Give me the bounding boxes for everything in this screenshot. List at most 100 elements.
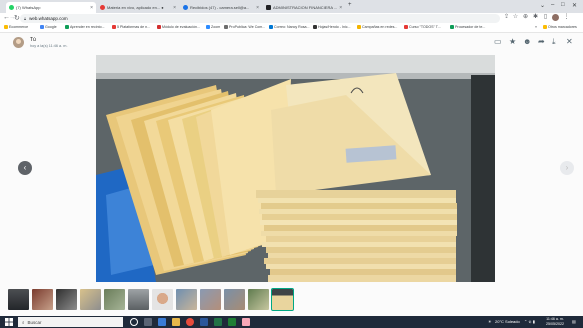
bookmark-icon: [313, 25, 317, 29]
thumbnail[interactable]: [104, 289, 125, 310]
thumbnail[interactable]: [200, 289, 221, 310]
forward-icon[interactable]: ➦: [538, 38, 545, 46]
bookmark-icon: [357, 25, 361, 29]
sender-name: Tú: [30, 37, 36, 43]
download-icon[interactable]: ⤓: [552, 38, 556, 46]
bookmark-label: Zoom: [211, 25, 221, 29]
bookmark-item[interactable]: ProPublica: We Com...: [224, 25, 265, 29]
bookmark-item[interactable]: Curso "TODOS" T...: [404, 25, 441, 29]
whatsapp-icon: [9, 5, 14, 10]
close-tab-icon[interactable]: ×: [90, 5, 93, 11]
close-tab-icon[interactable]: ×: [173, 5, 176, 11]
thumbnail[interactable]: [8, 289, 29, 310]
bookmarks-bar: Ecommerce Google Aprender en recinto... …: [0, 24, 583, 33]
tab-title: ADMINISTRACION FINANCIERA ...: [273, 5, 338, 10]
cortana-icon[interactable]: [130, 318, 138, 326]
clock-time: 11:46 a. m.: [546, 317, 564, 321]
chrome-icon[interactable]: [186, 318, 194, 326]
bookmark-item[interactable]: Procesador de te...: [450, 25, 485, 29]
previous-media-button[interactable]: ‹: [18, 161, 32, 175]
word-icon[interactable]: [200, 318, 208, 326]
thumbnail[interactable]: [32, 289, 53, 310]
thumbnail[interactable]: [248, 289, 269, 310]
bookmarks-more-button[interactable]: »: [535, 25, 537, 29]
bookmark-item[interactable]: Campañas en redes...: [357, 25, 397, 29]
bookmark-item[interactable]: Aprender en recinto...: [65, 25, 105, 29]
puzzle-icon[interactable]: ✱: [532, 14, 539, 21]
menu-icon[interactable]: ⋮: [563, 14, 570, 21]
maximize-button[interactable]: □: [561, 2, 565, 8]
bookmark-item[interactable]: 5 Plataformas de n...: [112, 25, 150, 29]
weather-icon[interactable]: ☀: [488, 319, 492, 324]
task-view-icon[interactable]: [144, 318, 152, 326]
bookmark-label: Módulo de evaluación...: [162, 25, 200, 29]
thumbnail[interactable]: [56, 289, 77, 310]
close-icon[interactable]: ✕: [566, 38, 573, 46]
bookmark-label: Procesador de te...: [455, 25, 486, 29]
app-icon[interactable]: [242, 318, 250, 326]
notification-icon[interactable]: ▤: [572, 319, 576, 324]
teams-icon[interactable]: [158, 318, 166, 326]
close-window-button[interactable]: ✕: [572, 2, 577, 9]
bookmark-label: Hojas/Hendo - Inic...: [318, 25, 351, 29]
tab-title: (7) WhatsApp: [16, 5, 41, 10]
thumbnail[interactable]: [152, 289, 173, 310]
bookmark-label: Ecommerce: [9, 25, 29, 29]
browser-toolbar: ← → ↻ 🔒︎ web.whatsapp.com ⇪ ☆ ⊕ ✱ ▯ ⋮: [0, 13, 583, 24]
google-icon: [40, 25, 44, 29]
star-icon[interactable]: ★: [509, 38, 516, 46]
bookmark-item[interactable]: Módulo de evaluación...: [157, 25, 200, 29]
address-bar[interactable]: 🔒︎ web.whatsapp.com: [20, 14, 500, 23]
bookmark-label: Correo: Nancy Rosa...: [274, 25, 310, 29]
thumbnail[interactable]: [176, 289, 197, 310]
message-time: hoy a la(s) 11:46 a. m.: [30, 44, 68, 48]
other-bookmarks-folder[interactable]: Otros marcadores: [543, 25, 577, 29]
system-tray-icons[interactable]: ⌃ ⎀ ▮: [524, 319, 535, 324]
bookmark-item[interactable]: Google: [40, 25, 57, 29]
thumbnail[interactable]: [224, 289, 245, 310]
reload-button[interactable]: ↻: [14, 14, 20, 22]
bookmark-item[interactable]: Ecommerce: [4, 25, 28, 29]
media-viewer: Tú hoy a la(s) 11:46 a. m. ▭ ★ ☻ ➦ ⤓ ✕ ‹…: [0, 33, 583, 316]
lock-icon: 🔒︎: [24, 16, 27, 21]
bookmark-icon: [4, 25, 8, 29]
bookmark-icon: [450, 25, 454, 29]
thumbnail-selected[interactable]: [271, 288, 294, 311]
file-explorer-icon[interactable]: [172, 318, 180, 326]
tab-search-icon[interactable]: ⌄: [540, 2, 545, 9]
tab-administracion[interactable]: ADMINISTRACION FINANCIERA ... ×: [263, 2, 345, 13]
tab-whatsapp[interactable]: (7) WhatsApp ×: [6, 2, 96, 13]
thumbnail[interactable]: [128, 289, 149, 310]
excel-icon[interactable]: [214, 318, 222, 326]
weather-text[interactable]: 20°C Soleado: [495, 319, 520, 324]
media-photo: [96, 55, 495, 282]
minimize-button[interactable]: –: [551, 2, 554, 8]
clock[interactable]: 11:46 a. m. 25/05/2022: [546, 317, 564, 326]
chat-icon[interactable]: ▭: [494, 38, 502, 46]
thumbnail-strip: [8, 288, 294, 311]
star-icon[interactable]: ☆: [512, 14, 519, 21]
sidebar-icon[interactable]: ▯: [542, 14, 549, 21]
close-tab-icon[interactable]: ×: [256, 5, 259, 11]
windows-start-icon[interactable]: [5, 318, 13, 326]
tab-materia[interactable]: Materia en vivo, aplicado en... ● ×: [97, 2, 179, 13]
extension-icon[interactable]: ⊕: [522, 14, 529, 21]
new-tab-button[interactable]: +: [348, 2, 352, 8]
profile-icon[interactable]: [552, 14, 559, 21]
taskbar-search-box[interactable]: ⌕ Buscar: [18, 317, 123, 327]
excel-icon[interactable]: [228, 318, 236, 326]
bookmark-item[interactable]: Hojas/Hendo - Inic...: [313, 25, 351, 29]
close-tab-icon[interactable]: ×: [339, 5, 342, 11]
thumbnail[interactable]: [80, 289, 101, 310]
bookmark-label: Google: [45, 25, 57, 29]
bookmark-item[interactable]: Zoom: [206, 25, 220, 29]
share-icon[interactable]: ⇪: [503, 14, 510, 21]
tab-recibidos[interactable]: Recibidos (47) - camera.sell@a... ×: [180, 2, 262, 13]
url-text: web.whatsapp.com: [29, 16, 68, 21]
emoji-icon[interactable]: ☻: [523, 38, 531, 46]
bookmark-label: ProPublica: We Com...: [229, 25, 266, 29]
bookmark-item[interactable]: Correo: Nancy Rosa...: [269, 25, 310, 29]
avatar[interactable]: [13, 37, 24, 48]
search-placeholder: Buscar: [27, 319, 42, 325]
next-media-button[interactable]: ›: [560, 161, 574, 175]
